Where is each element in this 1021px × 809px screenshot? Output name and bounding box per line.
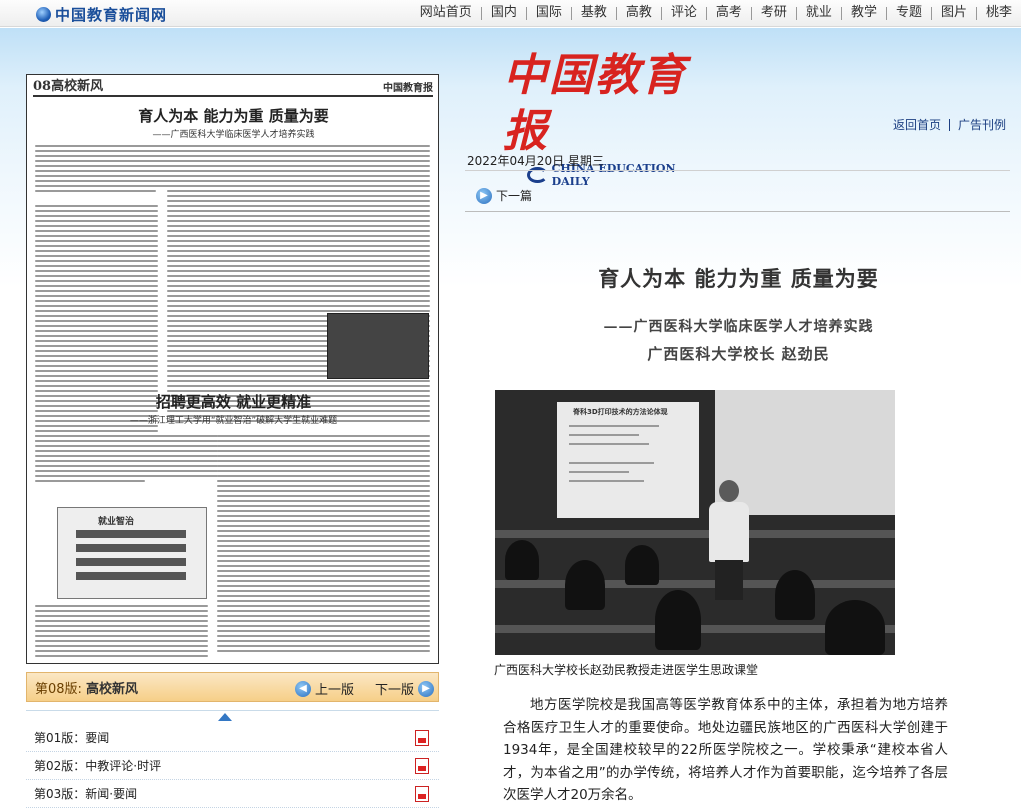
top-bar: 中国教育新闻网 网站首页 国内 国际 基教 高教 评论 高考 考研 就业 教学 … (0, 0, 1021, 27)
arrow-left-icon: ◀ (295, 680, 311, 697)
next-page-button[interactable]: 下一版 ▶ (375, 679, 435, 698)
nav-item-international[interactable]: 国际 (527, 6, 571, 20)
photo-caption: 广西医科大学校长赵劲民教授走进医学生思政课堂 (494, 663, 759, 677)
masthead-cn: 中国教育报 (503, 50, 687, 157)
page-list: 第01版：要闻 第02版：中教评论·时评 第03版：新闻·要闻 (26, 724, 439, 808)
arrow-right-icon: ▶ (476, 187, 492, 204)
newspaper-masthead: 中国教育报 (383, 83, 433, 94)
infobox-bar (76, 572, 186, 580)
infobox-bar (76, 544, 186, 552)
pdf-icon[interactable] (415, 757, 429, 774)
nav-item-taoli[interactable]: 桃李 (977, 6, 1021, 20)
nav-item-gaokao[interactable]: 高考 (707, 6, 751, 20)
nav-item-topics[interactable]: 专题 (887, 6, 931, 20)
photo-student (565, 560, 605, 610)
newspaper-photo-1[interactable] (327, 313, 429, 379)
header-links: 返回首页 广告刊例 (893, 116, 1006, 133)
nav-item-teaching[interactable]: 教学 (842, 6, 886, 20)
divider (465, 211, 1010, 212)
photo-lecturer (707, 480, 751, 600)
page-list-item[interactable]: 第03版：新闻·要闻 (26, 780, 439, 808)
page-list-item[interactable]: 第02版：中教评论·时评 (26, 752, 439, 780)
divider (465, 170, 1010, 171)
nav-item-kaoyan[interactable]: 考研 (752, 6, 796, 20)
nav-item-home[interactable]: 网站首页 (411, 6, 481, 20)
nav-item-employment[interactable]: 就业 (797, 6, 841, 20)
photo-screen-line (569, 425, 659, 427)
photo-student (775, 570, 815, 620)
photo-student (655, 590, 701, 650)
ads-link[interactable]: 广告刊例 (958, 116, 1006, 133)
article-2-lead-text (35, 435, 218, 485)
nav-item-basic-edu[interactable]: 基教 (572, 6, 616, 20)
nav-item-higher-edu[interactable]: 高教 (617, 6, 661, 20)
pdf-icon[interactable] (415, 729, 429, 746)
photo-screen-line (569, 480, 644, 482)
current-page-bar: 第08版: 高校新风 ◀ 上一版 下一版 ▶ (26, 672, 439, 702)
photo-screen-title: 脊科3D打印技术的方法论体现 (573, 408, 668, 416)
issue-date: 2022年04月20日 星期三 (467, 154, 604, 168)
nav-item-domestic[interactable]: 国内 (482, 6, 526, 20)
pdf-icon[interactable] (415, 785, 429, 802)
photo-screen-line (569, 443, 649, 445)
newspaper-page-number: 08高校新风 (33, 79, 104, 94)
article-paragraph: 地方医学院校是我国高等医学教育体系中的主体，承担着为地方培养合格医疗卫生人才的重… (503, 697, 948, 803)
article-2-text-col-a (217, 435, 430, 655)
infobox-bar (76, 530, 186, 538)
newspaper-logo[interactable]: 中国教育报 CHINA EDUCATION DAILY (503, 48, 703, 188)
photo-student (505, 540, 539, 580)
globe-icon (36, 6, 51, 22)
newspaper-page-image[interactable]: 08高校新风 中国教育报 育人为本 能力为重 质量为要 ——广西医科大学临床医学… (26, 74, 439, 664)
next-article-button[interactable]: ▶ 下一篇 (476, 187, 532, 204)
page-list-item[interactable]: 第01版：要闻 (26, 724, 439, 752)
infobox-label: 就业智治 (98, 517, 135, 527)
top-nav: 网站首页 国内 国际 基教 高教 评论 高考 考研 就业 教学 专题 图片 桃李 (411, 0, 1021, 26)
arrow-right-icon: ▶ (418, 680, 435, 697)
site-logo[interactable]: 中国教育新闻网 (36, 4, 167, 24)
article-title: 育人为本 能力为重 质量为要 (598, 266, 879, 291)
photo-projection-screen (557, 402, 699, 518)
prev-page-button[interactable]: ◀ 上一版 (295, 679, 354, 698)
newspaper-page-header: 08高校新风 中国教育报 (33, 79, 433, 97)
article-photo[interactable]: 脊科3D打印技术的方法论体现 (495, 390, 895, 655)
article-author: 广西医科大学校长 赵劲民 (647, 345, 830, 363)
nav-item-pictures[interactable]: 图片 (932, 6, 976, 20)
photo-desk (495, 580, 895, 588)
site-logo-text: 中国教育新闻网 (55, 5, 168, 24)
infobox-bar (76, 558, 186, 566)
photo-screen-line (569, 434, 639, 436)
newspaper-subhead-1: ——广西医科大学临床医学人才培养实践 (152, 130, 315, 140)
current-page-label: 第08版: 高校新风 (35, 681, 138, 697)
photo-student (825, 600, 885, 655)
article-subtitle: ——广西医科大学临床医学人才培养实践 (603, 319, 874, 335)
photo-desk (495, 530, 895, 538)
nav-item-comment[interactable]: 评论 (662, 6, 706, 20)
newspaper-subhead-2: ——浙江理工大学用“就业智治”破解大学生就业难题 (129, 416, 338, 426)
photo-screen-line (569, 462, 654, 464)
article-1-text-col-a (167, 145, 430, 425)
page-list-scroll-up[interactable] (26, 710, 439, 722)
newspaper-infobox[interactable]: 就业智治 (57, 507, 207, 599)
newspaper-headline-2[interactable]: 招聘更高效 就业更精准 (27, 391, 438, 412)
article-2-text-col-b (35, 605, 208, 660)
triangle-up-icon (218, 713, 232, 721)
home-link[interactable]: 返回首页 (893, 116, 941, 133)
newspaper-headline-1[interactable]: 育人为本 能力为重 质量为要 (27, 105, 438, 126)
divider (949, 118, 951, 131)
photo-screen-line (569, 471, 629, 473)
photo-student (625, 545, 659, 585)
